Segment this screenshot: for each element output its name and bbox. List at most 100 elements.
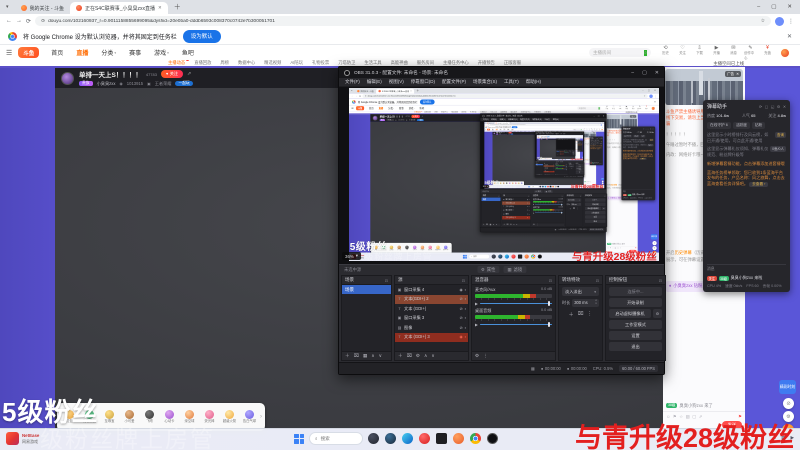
browser-menu-kebab-icon[interactable]: ⋮ xyxy=(788,18,794,25)
source-row[interactable]: T 文本(GDI+) 2 ⊘ ▪ xyxy=(502,201,531,205)
move-down-icon[interactable]: ∨ xyxy=(549,174,550,175)
highlight-clip-button[interactable]: 精彩时刻 xyxy=(581,156,583,158)
studio-mode-button[interactable]: 工作室模式 xyxy=(572,153,576,154)
share-icon[interactable]: ⇗ xyxy=(422,115,424,117)
firefox-icon[interactable] xyxy=(524,254,529,259)
virtual-camera-gear-icon[interactable]: ⚙ xyxy=(574,152,576,153)
address-bar[interactable]: ⊙ douyu.com/102160937_r=0.90111588556990… xyxy=(489,124,601,126)
taskbar-app-1[interactable] xyxy=(558,159,559,161)
source-row[interactable]: ▨ 图像 ⊘ ▪ xyxy=(395,323,468,333)
streamer-name[interactable]: 小臭臭zxx xyxy=(97,81,116,87)
send-button[interactable]: 发送 xyxy=(628,249,637,253)
feedback-circle-button[interactable]: ⊘ xyxy=(652,240,657,246)
stream-category[interactable]: 王者荣耀 xyxy=(409,119,415,121)
scene-item-selected[interactable]: 场景 xyxy=(481,197,501,202)
source-row[interactable]: T 文本 (GDI+) 3 ◉ ▪ xyxy=(559,153,564,155)
emoji-icon[interactable]: ☺ xyxy=(607,247,609,249)
subnav-item[interactable]: 生活工具 xyxy=(490,111,497,113)
helper-tab[interactable]: 在线守护 6 xyxy=(590,139,594,141)
source-row[interactable]: T 文本(GDI+) 2 ⊘ ▪ xyxy=(395,294,468,304)
douyu-logo[interactable]: 斗鱼 xyxy=(486,128,491,131)
move-up-icon[interactable]: ∧ xyxy=(493,224,494,226)
source-row[interactable]: T 文本 (GDI+) ⊘ ▪ xyxy=(502,205,530,209)
activity-redpacket-icon[interactable] xyxy=(582,158,583,160)
query-button[interactable]: 查询 xyxy=(775,132,786,138)
gift-item[interactable]: 红包 xyxy=(493,182,496,184)
subnav-item[interactable]: 刀塔防卫 xyxy=(535,131,538,132)
messages-link[interactable]: ✉ 消息 xyxy=(631,105,636,111)
nav-category[interactable]: 分类 ▾ xyxy=(101,48,116,58)
browser-menu-kebab-icon[interactable]: ⋮ xyxy=(603,124,604,126)
forward-icon[interactable]: → xyxy=(487,124,488,125)
source-row[interactable]: ▨ 图像 ⊘ ▪ xyxy=(502,212,530,216)
forward-icon[interactable]: → xyxy=(16,18,22,24)
nav-yuba[interactable]: 鱼吧 xyxy=(182,48,194,57)
browser-tab-2-active[interactable]: 正在S4C联赛事_小臭臭zxx直播 ✕ xyxy=(376,88,415,94)
feedback-circle-button[interactable]: ⊘ xyxy=(783,398,794,409)
visibility-eye-icon[interactable]: ◉ xyxy=(459,288,462,292)
maximize-icon[interactable]: ▢ xyxy=(771,4,776,10)
user-avatar[interactable] xyxy=(601,128,603,131)
virtual-camera-gear-icon[interactable]: ⚙ xyxy=(602,206,606,211)
firefox-icon[interactable] xyxy=(563,159,564,161)
add-scene-icon[interactable]: ＋ xyxy=(483,224,485,226)
subnav-item[interactable]: 正版客服 xyxy=(544,111,551,113)
nav-esports[interactable]: 赛事 xyxy=(504,129,506,130)
tray-chevron-icon[interactable]: ∧ xyxy=(648,255,649,257)
hamburger-menu-icon[interactable]: ☰ xyxy=(351,107,353,110)
start-recording-button[interactable]: 开始录制 xyxy=(609,298,662,307)
minimize-icon[interactable]: – xyxy=(757,4,760,10)
start-recording-button[interactable]: 开始录制 xyxy=(572,151,576,153)
gift-item[interactable]: 心动卡 xyxy=(508,182,511,184)
address-bar[interactable]: ⊙ douyu.com/102160937_r=0.90111588556990… xyxy=(35,16,771,26)
netease-widget[interactable]: NetEase网易游戏 xyxy=(6,432,39,445)
nav-home[interactable]: 首页 xyxy=(540,138,541,139)
subnav-item[interactable]: AI陪玩 xyxy=(528,131,530,132)
visibility-eye-icon[interactable]: ⊘ xyxy=(460,297,463,301)
exit-button[interactable]: 退出 xyxy=(584,219,606,223)
add-source-icon[interactable]: ＋ xyxy=(503,224,505,226)
menu-edit[interactable]: 编辑(E) xyxy=(491,118,497,120)
remove-scene-icon[interactable]: ⌧ xyxy=(354,353,359,359)
streaming-connecting-button[interactable]: 连接中... xyxy=(575,164,584,166)
source-properties-icon[interactable]: ⚙ xyxy=(510,224,512,226)
nav-yuba[interactable]: 鱼吧 xyxy=(512,129,514,130)
menu-edit[interactable]: 编辑(E) xyxy=(367,79,382,85)
gift-more-icon[interactable]: › xyxy=(450,247,451,249)
follow-link[interactable]: ♡ 关注 xyxy=(586,128,588,130)
start-button[interactable] xyxy=(528,185,530,188)
maximize-icon[interactable]: ▢ xyxy=(581,132,582,133)
gift-item[interactable]: 超级火箭 xyxy=(517,182,520,184)
move-down-icon[interactable]: ∨ xyxy=(496,224,497,226)
history-danmaku-link[interactable]: 历史弹幕 xyxy=(675,250,692,255)
pin-icon[interactable]: ◱ xyxy=(648,128,649,130)
download-link[interactable]: ⇩ 下载 xyxy=(618,105,623,111)
fan-welcome-button[interactable]: 欢迎 xyxy=(630,196,636,200)
source-row[interactable]: T 文本 (GDI+) ⊘ ▪ xyxy=(544,167,555,168)
banner-close-icon[interactable]: ✕ xyxy=(787,33,792,40)
refresh-icon[interactable]: ⟳ xyxy=(643,128,644,130)
scene-item-selected[interactable]: 场景 xyxy=(535,163,543,166)
nav-yuba[interactable]: 鱼吧 xyxy=(419,106,424,110)
transition-select[interactable]: 淡入淡出 ▾ xyxy=(566,198,582,202)
filters-button[interactable]: ▦ 滤镜 xyxy=(544,190,553,193)
new-tab-button[interactable]: ＋ xyxy=(510,122,511,123)
add-transition-icon[interactable]: ＋ xyxy=(570,168,571,169)
settings-button[interactable]: 设置 xyxy=(584,215,606,219)
reload-icon[interactable]: ⟳ xyxy=(359,95,361,97)
subnav-item[interactable]: 高能神曲 xyxy=(500,111,507,113)
volume-slider[interactable] xyxy=(534,211,563,214)
gift-item[interactable]: 飞吻 xyxy=(545,158,546,159)
obs-app-icon[interactable] xyxy=(564,159,566,161)
subnav-item[interactable]: 开播预告 xyxy=(534,111,541,113)
messages-link[interactable]: ✉ 消息 xyxy=(593,128,595,130)
share-icon[interactable]: ⇗ xyxy=(187,71,191,77)
virtual-camera-gear-icon[interactable]: ⚙ xyxy=(653,309,662,318)
exit-button[interactable]: 退出 xyxy=(609,342,662,351)
remove-scene-icon[interactable]: ⌧ xyxy=(486,224,488,226)
douyu-logo[interactable]: 斗鱼 xyxy=(537,137,539,139)
volume-slider[interactable] xyxy=(534,203,563,206)
visibility-eye-icon[interactable]: ⊘ xyxy=(527,206,528,208)
remove-source-icon[interactable]: ⌧ xyxy=(545,174,546,175)
source-row[interactable]: ▣ 窗口采集 3 ⊘ ▪ xyxy=(560,153,564,154)
